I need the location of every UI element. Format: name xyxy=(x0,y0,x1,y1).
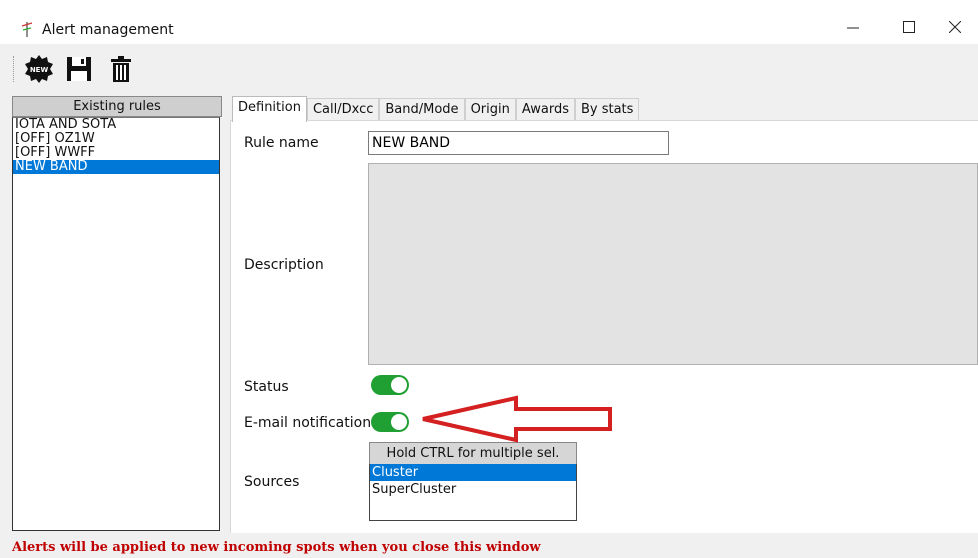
email-notification-label: E-mail notification xyxy=(244,415,372,431)
tab-definition[interactable]: Definition xyxy=(232,96,307,122)
email-notification-toggle[interactable] xyxy=(371,412,409,432)
delete-button[interactable] xyxy=(106,54,136,84)
rule-name-label: Rule name xyxy=(244,135,319,151)
rule-name-input[interactable]: NEW BAND xyxy=(368,131,669,155)
rules-panel: Existing rules IOTA AND SOTA [OFF] OZ1W [O… xyxy=(12,96,222,532)
rule-list-item[interactable]: NEW BAND xyxy=(13,160,219,174)
description-textarea[interactable] xyxy=(368,163,978,365)
maximize-button[interactable] xyxy=(886,12,932,42)
status-toggle[interactable] xyxy=(371,375,409,395)
rule-list-item[interactable]: IOTA AND SOTA xyxy=(13,118,219,132)
save-button[interactable] xyxy=(64,54,94,84)
new-rule-button[interactable]: NEW xyxy=(24,54,54,84)
tab-by-stats[interactable]: By stats xyxy=(574,98,640,121)
alert-management-window: Alert management NEW Existing rules IOTA… xyxy=(0,0,978,558)
toolbar: NEW xyxy=(0,44,978,92)
rule-list-item[interactable]: [OFF] WWFF xyxy=(13,146,219,160)
tab-call-dxcc[interactable]: Call/Dxcc xyxy=(306,98,380,121)
floppy-disk-icon xyxy=(67,57,91,81)
source-list-item[interactable]: Cluster xyxy=(370,464,576,481)
title-bar: Alert management xyxy=(0,0,978,44)
window-title: Alert management xyxy=(42,22,174,38)
rule-list-item[interactable]: [OFF] OZ1W xyxy=(13,132,219,146)
rules-header: Existing rules xyxy=(12,96,222,117)
close-button[interactable] xyxy=(932,12,978,42)
annotation-arrow-icon xyxy=(422,395,612,443)
tab-origin[interactable]: Origin xyxy=(464,98,516,121)
rules-list[interactable]: IOTA AND SOTA [OFF] OZ1W [OFF] WWFF NEW BAN… xyxy=(12,117,220,531)
trash-icon xyxy=(111,56,131,82)
source-list-item[interactable]: SuperCluster xyxy=(370,481,576,498)
new-badge-label: NEW xyxy=(30,66,49,74)
description-label: Description xyxy=(244,257,324,273)
tab-strip: Definition Call/Dxcc Band/Mode Origin Awards… xyxy=(232,96,640,122)
new-badge-icon: NEW xyxy=(25,55,53,83)
status-message: Alerts will be applied to new incoming s… xyxy=(12,540,541,555)
tab-band-mode[interactable]: Band/Mode xyxy=(379,98,465,121)
app-icon xyxy=(20,20,34,38)
tab-awards[interactable]: Awards xyxy=(515,98,575,121)
status-label: Status xyxy=(244,379,289,395)
sources-list[interactable]: Cluster SuperCluster xyxy=(369,464,577,521)
toolbar-grip xyxy=(13,56,16,82)
minimize-button[interactable] xyxy=(830,12,876,42)
definition-panel: Rule name NEW BAND Description Status E-… xyxy=(230,120,978,533)
sources-label: Sources xyxy=(244,474,300,490)
status-bar: Alerts will be applied to new incoming s… xyxy=(0,536,978,558)
